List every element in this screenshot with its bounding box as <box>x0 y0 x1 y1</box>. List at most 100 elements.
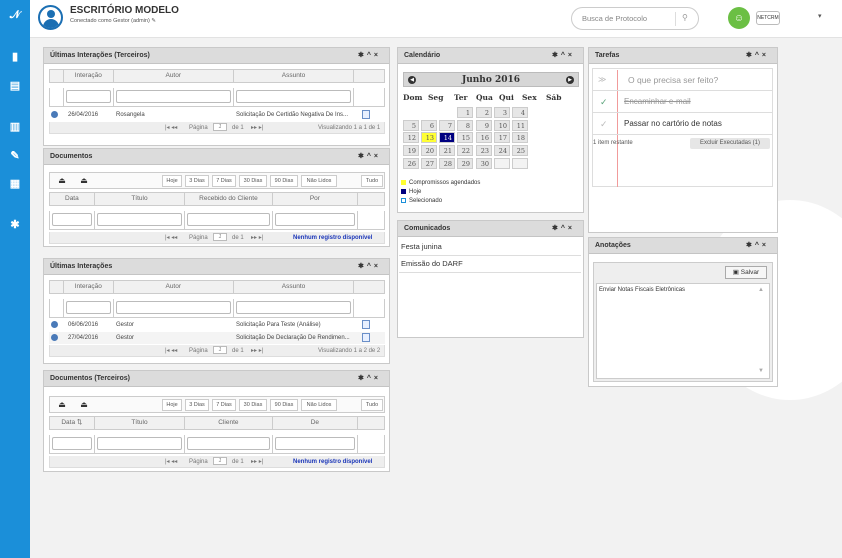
filter-90-dias[interactable]: 90 Dias <box>270 399 298 411</box>
calendar-day[interactable]: 23 <box>476 145 492 156</box>
col-de[interactable]: De <box>273 417 359 429</box>
calendar-day[interactable]: 6 <box>421 120 437 131</box>
filter-input[interactable] <box>96 437 183 450</box>
scroll-down-icon[interactable]: ▼ <box>758 368 764 374</box>
col-assunto[interactable]: Assunto <box>234 281 355 293</box>
calendar-day[interactable] <box>494 158 510 169</box>
task-checkbox[interactable]: ✓ <box>600 91 608 113</box>
filter-30-dias[interactable]: 30 Dias <box>239 399 267 411</box>
comunicado-item[interactable]: Festa junina <box>399 240 581 256</box>
toggle-all-icon[interactable]: ≫ <box>598 69 606 91</box>
calendar-day[interactable]: 13 <box>421 132 437 143</box>
document-icon[interactable] <box>362 110 370 119</box>
calendar-day[interactable]: 14 <box>439 132 455 143</box>
table-row[interactable]: 27/04/2016 Gestor Solicitação De Declara… <box>49 332 385 344</box>
calendar-day[interactable] <box>512 158 528 169</box>
filter-input[interactable] <box>115 90 231 103</box>
panel-controls[interactable]: ✱^× <box>358 51 381 59</box>
page-input[interactable]: 1 <box>213 346 227 355</box>
col-autor[interactable]: Autor <box>114 70 234 82</box>
calendar-day[interactable]: 12 <box>403 132 419 143</box>
col-data[interactable]: Data ⇅ <box>50 417 95 429</box>
col-por[interactable]: Por <box>273 193 359 205</box>
table-row[interactable]: 06/06/2016 Gestor Solicitação Para Teste… <box>49 319 385 331</box>
filter-input[interactable] <box>274 213 356 226</box>
calendar-day[interactable]: 24 <box>494 145 510 156</box>
calendar-day[interactable]: 27 <box>421 158 437 169</box>
filter-3-dias[interactable]: 3 Dias <box>185 399 209 411</box>
filter-90-dias[interactable]: 90 Dias <box>270 175 298 187</box>
document-icon[interactable] <box>362 333 370 342</box>
filter-7-dias[interactable]: 7 Dias <box>212 175 236 187</box>
filter-input[interactable] <box>235 90 352 103</box>
filter-input[interactable] <box>235 301 352 314</box>
panel-controls[interactable]: ✱^× <box>358 374 381 382</box>
calendar-day[interactable]: 26 <box>403 158 419 169</box>
filter-30-dias[interactable]: 30 Dias <box>239 175 267 187</box>
calendar-day[interactable]: 1 <box>457 107 473 118</box>
document-icon[interactable] <box>362 320 370 329</box>
scroll-up-icon[interactable]: ▲ <box>758 287 764 293</box>
pager-nav-next[interactable]: ▸▸ ▸| <box>251 456 263 468</box>
filter-tudo[interactable]: Tudo <box>361 175 383 187</box>
filter-7-dias[interactable]: 7 Dias <box>212 399 236 411</box>
col-interacao[interactable]: Interação <box>64 281 114 293</box>
filter-input[interactable] <box>65 90 111 103</box>
pager-nav-prev[interactable]: |◂ ◂◂ <box>165 122 177 134</box>
panel-controls[interactable]: ✱^× <box>552 224 575 232</box>
table-row[interactable]: 26/04/2016 Rosangela Solicitação De Cert… <box>49 109 385 121</box>
filter-input[interactable] <box>52 437 92 450</box>
calendar-day[interactable]: 18 <box>512 132 528 143</box>
task-item[interactable]: ✓ Passar no cartório de notas <box>592 113 773 135</box>
import-icon[interactable]: ⏏ <box>55 399 69 411</box>
chart-icon[interactable]: ▥ <box>0 117 30 135</box>
task-checkbox[interactable]: ✓ <box>600 113 608 135</box>
search-input[interactable]: Busca de Protocolo <box>582 14 647 23</box>
col-data[interactable]: Data <box>50 193 95 205</box>
export-icon[interactable]: ⏏ <box>77 399 91 411</box>
calendar-day[interactable]: 16 <box>476 132 492 143</box>
filter-3-dias[interactable]: 3 Dias <box>185 175 209 187</box>
pager-nav-next[interactable]: ▸▸ ▸| <box>251 232 263 244</box>
calendar-day[interactable]: 9 <box>476 120 492 131</box>
col-assunto[interactable]: Assunto <box>234 70 355 82</box>
user-avatar-icon[interactable] <box>38 5 63 30</box>
comunicado-item[interactable]: Emissão do DARF <box>399 257 581 273</box>
gear-icon[interactable]: ✱ <box>0 215 30 233</box>
calendar-day[interactable]: 11 <box>512 120 528 131</box>
calendar-icon[interactable]: ▦ <box>0 174 30 192</box>
calendar-day[interactable]: 21 <box>439 145 455 156</box>
calendar-day[interactable]: 2 <box>476 107 492 118</box>
notes-textarea[interactable]: Enviar Notas Fiscais Eletrônicas ▲ ▼ <box>596 283 770 379</box>
filter-nao-lidos[interactable]: Não Lidos <box>301 399 337 411</box>
col-interacao[interactable]: Interação <box>64 70 114 82</box>
col-recebido[interactable]: Recebido do Cliente <box>185 193 273 205</box>
filter-nao-lidos[interactable]: Não Lidos <box>301 175 337 187</box>
new-task-input[interactable]: O que precisa ser feito? <box>628 69 718 91</box>
calendar-day[interactable]: 15 <box>457 132 473 143</box>
calendar-day[interactable]: 10 <box>494 120 510 131</box>
filter-input[interactable] <box>65 301 111 314</box>
pager-nav-prev[interactable]: |◂ ◂◂ <box>165 345 177 357</box>
pager-nav-next[interactable]: ▸▸ ▸| <box>251 122 263 134</box>
chat-icon[interactable]: ☺ <box>728 7 750 29</box>
task-item[interactable]: ✓ Encaminhar e-mail <box>592 91 773 113</box>
page-input[interactable]: 1 <box>213 457 227 466</box>
calendar-day[interactable]: 30 <box>476 158 492 169</box>
pager-nav-prev[interactable]: |◂ ◂◂ <box>165 232 177 244</box>
calendar-day[interactable]: 25 <box>512 145 528 156</box>
info-icon[interactable] <box>51 321 58 328</box>
protocol-search[interactable]: Busca de Protocolo ⚲ <box>571 7 699 30</box>
calendar-day[interactable]: 20 <box>421 145 437 156</box>
col-titulo[interactable]: Título <box>95 193 186 205</box>
export-icon[interactable]: ⏏ <box>77 175 91 187</box>
document-icon[interactable]: ▮ <box>0 47 30 65</box>
calendar-day[interactable]: 4 <box>512 107 528 118</box>
col-autor[interactable]: Autor <box>114 281 234 293</box>
search-icon[interactable]: ⚲ <box>682 13 688 22</box>
list-icon[interactable]: ▤ <box>0 76 30 94</box>
save-button[interactable]: ▣ Salvar <box>725 266 767 279</box>
pager-nav-next[interactable]: ▸▸ ▸| <box>251 345 263 357</box>
filter-input[interactable] <box>115 301 231 314</box>
panel-controls[interactable]: ✱^× <box>746 241 769 249</box>
